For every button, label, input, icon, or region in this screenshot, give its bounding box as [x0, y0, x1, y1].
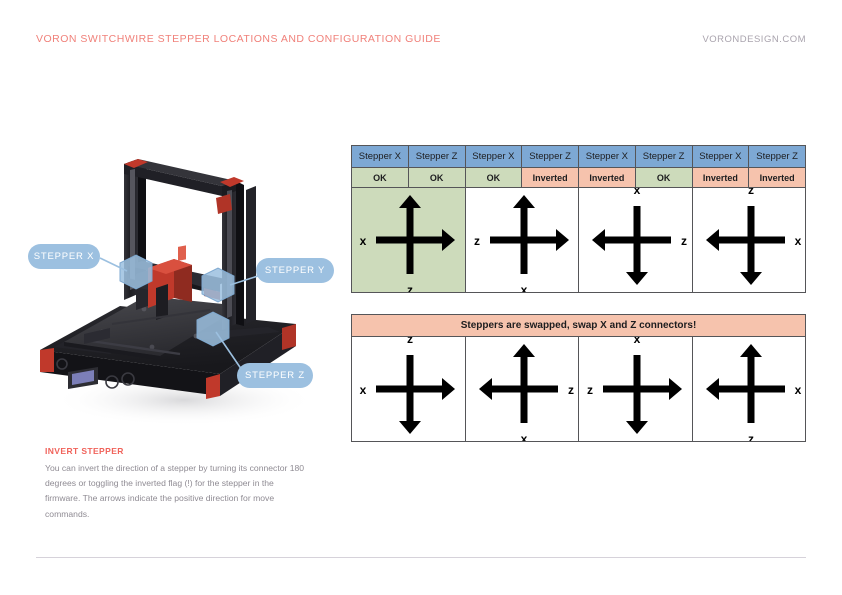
callout-stepper-y: STEPPER Y	[256, 258, 334, 283]
column-header: Stepper Z	[748, 145, 806, 168]
axis-diagram-cell: zx	[578, 187, 693, 293]
column-header: Stepper Z	[521, 145, 579, 168]
swap-warning-banner: Steppers are swapped, swap X and Z conne…	[351, 314, 806, 337]
stepper-marker-x	[119, 254, 153, 290]
axis-cross-icon: xz	[705, 188, 801, 285]
axis-label: x	[360, 383, 367, 397]
invert-stepper-note: INVERT STEPPER You can invert the direct…	[45, 446, 310, 522]
status-badge: Inverted	[578, 167, 636, 188]
column-header: Stepper Z	[407, 145, 466, 168]
axis-cross-icon: zx	[592, 188, 687, 285]
axis-diagram: xz	[352, 337, 465, 441]
footer-divider	[36, 557, 806, 558]
status-badge: Inverted	[691, 167, 750, 188]
table-header-row: Stepper X Stepper Z Stepper X Stepper Z …	[351, 145, 806, 168]
red-corner-bracket	[40, 348, 54, 372]
axis-diagram-cell: xz	[351, 187, 466, 293]
axis-cross-icon: xz	[360, 337, 456, 434]
axis-cross-icon: xz	[705, 344, 801, 441]
status-badge: OK	[407, 167, 466, 188]
axis-label: x	[634, 188, 641, 197]
page-title: VORON SWITCHWIRE STEPPER LOCATIONS AND C…	[36, 33, 441, 45]
axis-label: x	[634, 337, 641, 346]
status-grid: Stepper X Stepper Z Stepper X Stepper Z …	[351, 145, 806, 293]
column-header: Stepper X	[691, 145, 750, 168]
axis-cross-icon: zx	[478, 344, 574, 441]
axis-cross-icon: xz	[360, 195, 456, 292]
axis-diagram: xz	[693, 188, 806, 292]
red-corner-bracket	[206, 374, 220, 399]
axis-label: x	[520, 283, 527, 292]
site-url-label: VORONDESIGN.COM	[702, 34, 806, 45]
axis-diagram-cell: zx	[464, 336, 579, 442]
page-header: VORON SWITCHWIRE STEPPER LOCATIONS AND C…	[36, 33, 806, 51]
axis-label: z	[407, 337, 413, 346]
table-diagram-row: xz zx zx xz	[351, 187, 806, 293]
column-header: Stepper X	[351, 145, 409, 168]
red-corner-bracket	[282, 324, 296, 350]
axis-label: z	[587, 383, 593, 397]
note-title: INVERT STEPPER	[45, 446, 124, 456]
axis-label: z	[748, 432, 754, 441]
axis-label: x	[794, 234, 801, 248]
axis-label: x	[520, 432, 527, 441]
status-badge: OK	[464, 167, 523, 188]
swapped-grid: Steppers are swapped, swap X and Z conne…	[351, 314, 806, 442]
axis-diagram: zx	[466, 337, 579, 441]
axis-cross-icon: zx	[587, 337, 683, 434]
axis-label: z	[407, 283, 413, 292]
axis-diagram: zx	[579, 188, 692, 292]
axis-label: x	[360, 234, 367, 248]
callout-stepper-x: STEPPER X	[28, 244, 100, 269]
axis-label: z	[474, 234, 480, 248]
status-badge: Inverted	[521, 167, 579, 188]
column-header: Stepper X	[578, 145, 636, 168]
axis-diagram-cell: xz	[351, 336, 466, 442]
axis-cross-icon: zx	[474, 195, 569, 292]
axis-diagram: xz	[693, 337, 806, 441]
axis-label: z	[568, 383, 574, 397]
table-status-row: OK OK OK Inverted Inverted OK Inverted I…	[351, 167, 806, 188]
axis-label: x	[794, 383, 801, 397]
axis-diagram: zx	[579, 337, 692, 441]
callout-stepper-z: STEPPER Z	[237, 363, 313, 388]
note-body: You can invert the direction of a steppe…	[45, 463, 305, 519]
stepper-marker-z	[196, 311, 230, 347]
axis-label: z	[748, 188, 754, 197]
column-header: Stepper X	[464, 145, 523, 168]
axis-diagram-cell: xz	[691, 187, 806, 293]
axis-diagram-cell: zx	[578, 336, 693, 442]
table-diagram-row: xz zx zx xz	[351, 336, 806, 442]
axis-diagram-cell: zx	[464, 187, 579, 293]
axis-label: z	[681, 234, 687, 248]
status-badge: Inverted	[748, 167, 806, 188]
status-badge: OK	[351, 167, 409, 188]
axis-diagram: zx	[466, 188, 579, 292]
axis-diagram-cell: xz	[691, 336, 806, 442]
stepper-status-table: Stepper X Stepper Z Stepper X Stepper Z …	[351, 145, 806, 293]
stepper-marker-y	[201, 267, 235, 303]
status-badge: OK	[634, 167, 693, 188]
axis-diagram: xz	[352, 188, 465, 292]
table-banner-row: Steppers are swapped, swap X and Z conne…	[351, 314, 806, 337]
steppers-swapped-table: Steppers are swapped, swap X and Z conne…	[351, 314, 806, 442]
column-header: Stepper Z	[634, 145, 693, 168]
